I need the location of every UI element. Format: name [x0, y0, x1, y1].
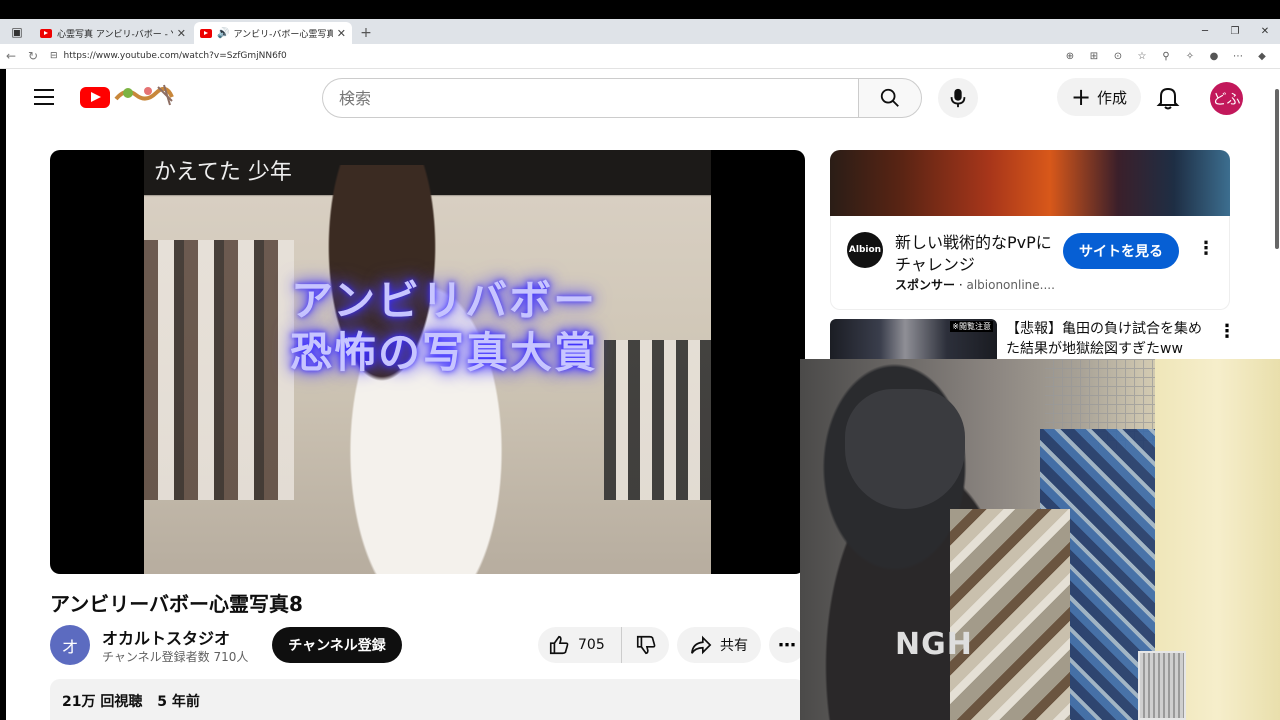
upload-age: 5 年前: [157, 694, 200, 710]
thumbs-up-icon: [549, 635, 569, 655]
collections-icon[interactable]: ✧: [1178, 51, 1202, 62]
youtube-favicon-icon: [200, 28, 212, 38]
scrollbar-thumb[interactable]: [1275, 89, 1279, 249]
reload-icon[interactable]: ↻: [22, 49, 44, 63]
close-window-icon[interactable]: ✕: [1250, 19, 1280, 44]
microphone-icon: [950, 88, 966, 108]
translate-icon[interactable]: ⊕: [1058, 51, 1082, 62]
webcam-heater: [1138, 651, 1186, 720]
webcam-shirt-text: NGH: [895, 627, 973, 662]
tab-close-icon[interactable]: ✕: [177, 27, 186, 40]
webcam-overlay: NGH: [800, 359, 1280, 720]
new-tab-button[interactable]: +: [354, 22, 378, 44]
channel-avatar[interactable]: オ: [50, 625, 90, 665]
account-avatar[interactable]: どふ: [1210, 82, 1243, 115]
tab-1-title: 心霊写真 アンビリ-バボー - YouTube: [57, 29, 173, 40]
overlay-line-2: 恐怖の写真大賞: [289, 328, 598, 377]
hamburger-menu-icon[interactable]: [34, 89, 54, 105]
share-label: 共有: [720, 638, 748, 654]
favorite-star-icon[interactable]: ☆: [1130, 51, 1154, 62]
window-controls: ─ ❐ ✕: [1190, 19, 1280, 44]
overlay-line-1: アンビリバボー: [290, 276, 598, 325]
visit-site-button[interactable]: サイトを見る: [1063, 233, 1179, 269]
browser-toolbar: ⊕ ⊞ ⊙ ☆ ⚲ ✧ ● ⋯ ◆: [1058, 51, 1274, 62]
url-text: https://www.youtube.com/watch?v=SzfGmjNN…: [63, 51, 287, 61]
recommended-more-icon[interactable]: ⋮: [1218, 321, 1236, 342]
restore-icon[interactable]: ❐: [1220, 19, 1250, 44]
youtube-logo-icon[interactable]: [80, 87, 110, 108]
ad-more-icon[interactable]: ⋮: [1197, 238, 1215, 259]
back-icon[interactable]: ←: [0, 49, 22, 63]
youtube-favicon-icon: [40, 28, 52, 38]
notifications-bell-icon[interactable]: [1156, 85, 1180, 111]
like-button[interactable]: 705: [538, 627, 622, 663]
browser-tab-strip: ▣ 心霊写真 アンビリ-バボー - YouTube ✕ 🔊 アンビリ-バボー心霊…: [0, 19, 1280, 44]
doodle-logo-icon[interactable]: [112, 81, 176, 109]
ad-title[interactable]: 新しい戦術的なPvPにチャレンジ: [895, 232, 1055, 276]
recommended-video-title[interactable]: 【悲報】亀田の負け試合を集めた結果が地獄絵図すぎたww: [1006, 319, 1206, 359]
sponsor-domain: albiononline....: [966, 278, 1055, 292]
reader-icon[interactable]: ⊞: [1082, 51, 1106, 62]
plus-icon: +: [1070, 83, 1092, 111]
tab-1[interactable]: 心霊写真 アンビリ-バボー - YouTube ✕: [34, 22, 192, 44]
subscribe-button[interactable]: チャンネル登録: [272, 627, 402, 663]
tab-2-title: アンビリ-バボー心霊写真8 - YouTube: [233, 29, 333, 40]
tab-2[interactable]: 🔊 アンビリ-バボー心霊写真8 - YouTube ✕: [194, 22, 352, 44]
video-player[interactable]: かえてた 少年 アンビリバボー 恐怖の写真大賞: [50, 150, 805, 574]
create-label: 作成: [1097, 88, 1128, 107]
share-button[interactable]: 共有: [677, 627, 761, 663]
video-overlay-title: アンビリバボー 恐怖の写真大賞: [204, 275, 684, 379]
video-title: アンビリーバボー心霊写真8: [50, 592, 303, 616]
menu-dots-icon[interactable]: ⋯: [1226, 51, 1250, 62]
minimize-icon[interactable]: ─: [1190, 19, 1220, 44]
subscriber-count: チャンネル登録者数 710人: [102, 650, 249, 664]
channel-name[interactable]: オカルトスタジオ: [102, 625, 230, 649]
site-info-icon[interactable]: ⊟: [50, 51, 58, 61]
ad-banner-image[interactable]: [830, 150, 1230, 216]
search-icon: [880, 88, 899, 107]
speaker-icon[interactable]: 🔊: [217, 28, 229, 39]
extensions-icon[interactable]: ⚲: [1154, 51, 1178, 62]
ad-card: Albion 新しい戦術的なPvPにチャレンジ スポンサー · albionon…: [830, 216, 1230, 310]
tab-actions-icon[interactable]: ▣: [0, 19, 34, 44]
ad-sponsor-line: スポンサー · albiononline....: [895, 278, 1055, 292]
profile-icon[interactable]: ●: [1202, 51, 1226, 62]
tab-close-icon[interactable]: ✕: [337, 27, 346, 40]
webcam-cardigan: [950, 509, 1070, 720]
thumbnail-tag: ※閲覧注意: [950, 321, 993, 332]
address-bar[interactable]: ⊟ https://www.youtube.com/watch?v=SzfGmj…: [50, 46, 1058, 66]
screen-top-bar: [0, 0, 1280, 19]
video-frame: かえてた 少年 アンビリバボー 恐怖の写真大賞: [144, 150, 711, 574]
copilot-icon[interactable]: ◆: [1250, 51, 1274, 62]
search-input[interactable]: [339, 88, 860, 108]
webcam-face-mask: [845, 389, 965, 509]
sponsor-label: スポンサー: [895, 278, 956, 292]
zoom-icon[interactable]: ⊙: [1106, 51, 1130, 62]
like-count: 705: [578, 637, 605, 653]
view-count: 21万 回視聴: [62, 694, 143, 710]
like-dislike-group: 705: [538, 627, 669, 663]
create-button[interactable]: + 作成: [1057, 78, 1141, 116]
advertiser-logo[interactable]: Albion: [847, 232, 883, 268]
voice-search-button[interactable]: [938, 78, 978, 118]
dislike-button[interactable]: [622, 634, 669, 656]
recommended-video-thumbnail[interactable]: ※閲覧注意: [830, 319, 997, 359]
description-box[interactable]: 21万 回視聴 5 年前: [50, 679, 805, 720]
thumbs-down-icon: [636, 635, 655, 655]
address-bar-row: ← ↻ ⊟ https://www.youtube.com/watch?v=Sz…: [0, 44, 1280, 69]
search-box: [322, 78, 860, 118]
search-button[interactable]: [858, 78, 922, 118]
share-arrow-icon: [691, 635, 712, 655]
